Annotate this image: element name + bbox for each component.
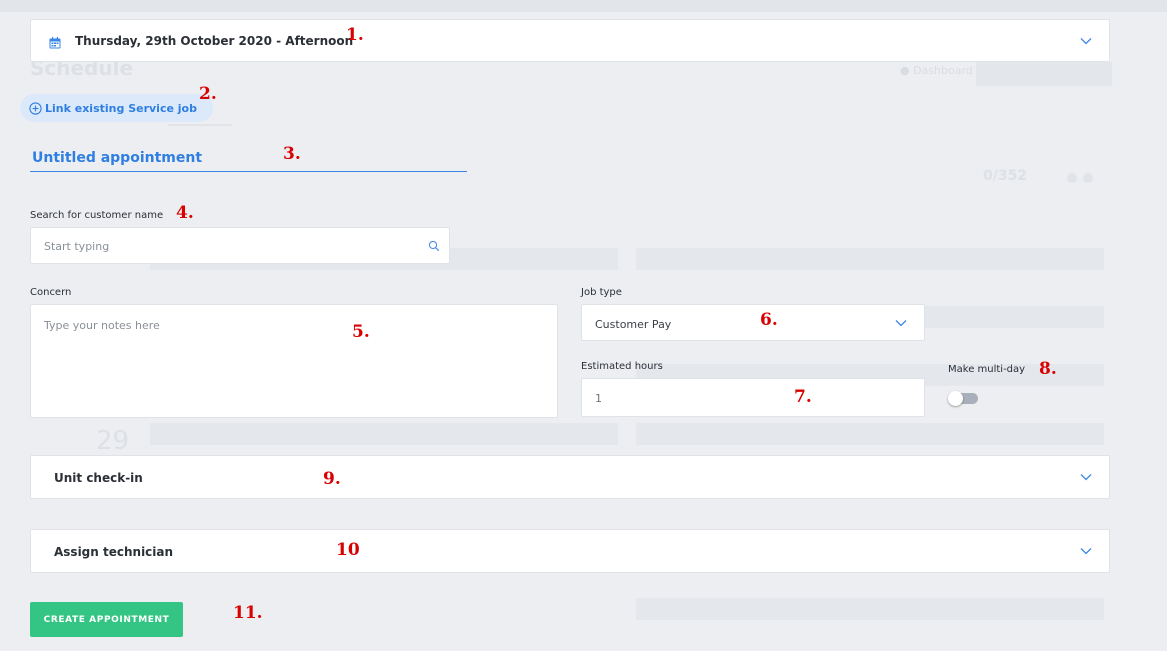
estimated-hours-value: 1 (595, 392, 602, 405)
date-label: Thursday, 29th October 2020 - Afternoon (75, 34, 354, 48)
plus-circle-icon (29, 101, 42, 115)
background-dot (1067, 173, 1077, 183)
annotation-marker: 9. (323, 469, 341, 489)
background-dashboard-link: ● Dashboard (900, 64, 973, 77)
annotation-marker: 5. (352, 322, 370, 342)
link-service-job-label: Link existing Service job (45, 101, 197, 115)
background-row (636, 598, 1104, 620)
unit-checkin-section[interactable]: Unit check-in (30, 455, 1110, 499)
background-dot (1083, 173, 1093, 183)
background-tab-indicator (168, 124, 232, 126)
assign-technician-label: Assign technician (54, 545, 174, 559)
annotation-marker: 2. (199, 84, 217, 104)
appointment-title-input[interactable]: Untitled appointment (30, 150, 467, 172)
multi-day-toggle[interactable] (948, 391, 978, 406)
toggle-knob (948, 391, 963, 406)
job-type-value: Customer Pay (595, 318, 672, 331)
background-count: 0/352 (983, 168, 1028, 184)
background-button (976, 62, 1112, 86)
annotation-marker: 3. (283, 144, 301, 164)
chevron-down-icon (894, 316, 908, 330)
chevron-down-icon[interactable] (1079, 544, 1093, 558)
unit-checkin-label: Unit check-in (54, 471, 143, 485)
annotation-marker: 1. (346, 25, 364, 45)
background-date: 29 (96, 426, 130, 456)
assign-technician-section[interactable]: Assign technician (30, 529, 1110, 573)
job-type-label: Job type (581, 287, 622, 298)
chevron-down-icon[interactable] (1079, 470, 1093, 484)
job-type-select[interactable]: Customer Pay (581, 304, 925, 341)
background-row (636, 423, 1104, 445)
annotation-marker: 7. (794, 387, 812, 407)
customer-search-input[interactable]: Start typing (30, 227, 450, 264)
background-row (636, 248, 1104, 270)
link-service-job-button[interactable]: Link existing Service job (20, 94, 213, 122)
annotation-marker: 6. (760, 310, 778, 330)
chevron-down-icon[interactable] (1079, 34, 1093, 48)
create-appointment-button[interactable]: CREATE APPOINTMENT (30, 602, 183, 637)
estimated-hours-input[interactable]: 1 (581, 378, 925, 417)
background-row (150, 423, 618, 445)
customer-search-label: Search for customer name (30, 210, 164, 221)
customer-search-placeholder: Start typing (44, 240, 110, 253)
search-icon (428, 240, 440, 252)
estimated-hours-label: Estimated hours (581, 361, 663, 372)
background-topbar (0, 0, 1167, 12)
annotation-marker: 8. (1039, 359, 1057, 379)
annotation-marker: 11. (233, 603, 263, 623)
annotation-marker: 10 (336, 540, 360, 560)
concern-label: Concern (30, 287, 72, 298)
calendar-icon (49, 34, 61, 49)
multi-day-label: Make multi-day (948, 364, 1026, 375)
concern-textarea[interactable]: Type your notes here (30, 304, 558, 418)
annotation-marker: 4. (176, 203, 194, 223)
date-header[interactable]: Thursday, 29th October 2020 - Afternoon (30, 19, 1110, 62)
concern-placeholder: Type your notes here (44, 319, 160, 332)
